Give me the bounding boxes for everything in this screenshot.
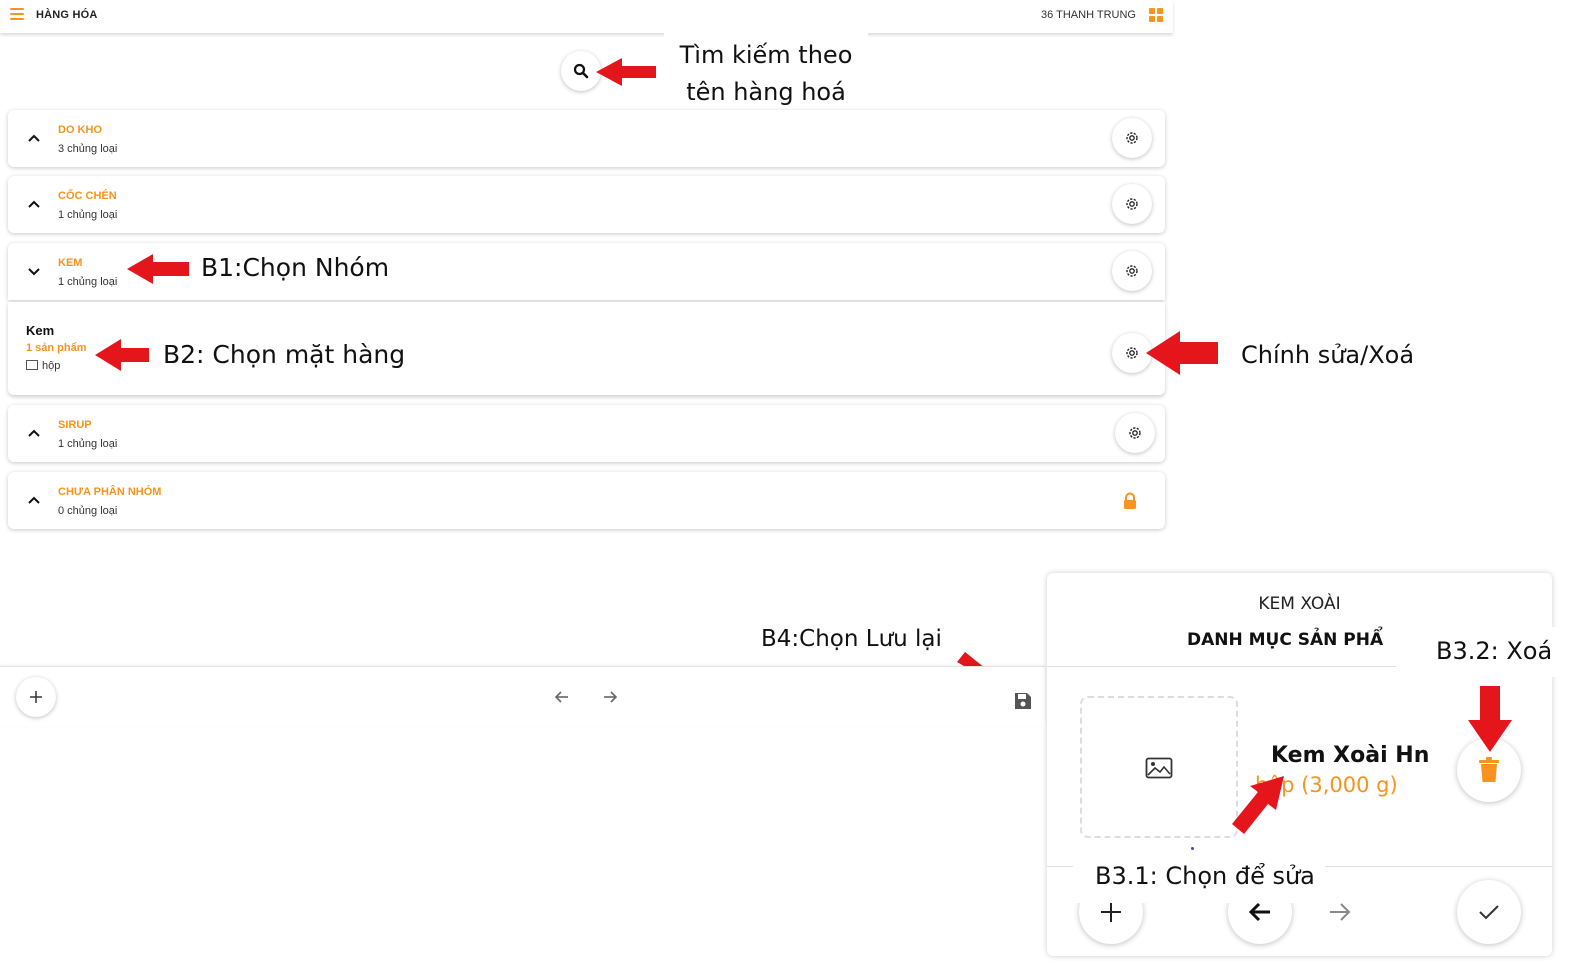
arrow-left-icon[interactable] [554,689,570,705]
user-name: 36 THANH TRUNG [1041,9,1136,21]
product-image-placeholder[interactable] [1080,696,1238,838]
annotation-arrow-delete [1468,686,1512,752]
page-title: HÀNG HÓA [36,9,98,21]
group-name: CỐC CHÉN [58,190,117,202]
item-name: Kem [26,323,55,338]
annotation-search-line2: tên hàng hoá [686,78,846,106]
group-count: 1 chủng loại [58,276,118,288]
hamburger-menu-icon[interactable] [10,8,24,20]
panel-title: KEM XOÀI [1258,594,1341,614]
product-name[interactable]: Kem Xoài Hn [1271,743,1429,768]
trash-icon [1479,757,1499,782]
plus-icon [1101,902,1121,922]
gear-icon [1126,132,1138,144]
search-button[interactable] [561,51,601,91]
annotation-arrow-edit-product [1232,776,1284,834]
save-icon[interactable] [1014,692,1032,710]
item-count: 1 sản phẩm [26,342,87,354]
group-row-sirup[interactable]: SIRUP 1 chủng loại [8,405,1165,462]
check-icon [1479,905,1499,920]
screen: HÀNG HÓA 36 THANH TRUNG Tìm kiếm theo tê… [0,0,1577,973]
annotation-arrow-edit [1146,331,1218,375]
arrow-left-icon [1248,902,1270,922]
group-count: 1 chủng loại [58,438,118,450]
lock-icon [1124,492,1136,509]
gear-icon [1126,347,1138,359]
group-settings-button[interactable] [1112,184,1152,224]
group-name: SIRUP [58,419,92,431]
annotation-step3-2: B3.2: Xoá [1396,627,1566,677]
annotation-step1: B1:Chọn Nhóm [201,253,390,282]
item-unit-label: hộp [42,360,61,372]
bottom-toolbar [0,666,1045,726]
group-row-coc-chen[interactable]: CỐC CHÉN 1 chủng loại [8,176,1165,233]
gear-icon [1126,265,1138,277]
annotation-search-line1: Tìm kiếm theo [679,41,853,69]
group-settings-button[interactable] [1112,251,1152,291]
chevron-up-icon[interactable] [26,425,42,441]
group-name: CHƯA PHÂN NHÓM [58,486,162,498]
annotation-step4: B4:Chọn Lưu lại [761,626,942,652]
annotation-edit-delete: Chính sửa/Xoá [1241,341,1415,369]
group-count: 1 chủng loại [58,209,118,221]
gear-icon [1126,198,1138,210]
item-unit: hộp [26,360,60,372]
add-button[interactable] [16,677,56,717]
image-icon [1145,757,1173,779]
chevron-down-icon[interactable] [26,263,42,279]
group-settings-button[interactable] [1115,413,1155,453]
group-row-chua-phan-nhom[interactable]: CHƯA PHÂN NHÓM 0 chủng loại [8,472,1165,529]
apps-grid-icon[interactable] [1149,8,1163,22]
chevron-up-icon[interactable] [26,196,42,212]
gear-icon [1129,427,1141,439]
annotation-arrow-search [596,58,656,86]
group-count: 0 chủng loại [58,505,118,517]
confirm-button[interactable] [1457,880,1521,944]
group-name: DO KHO [58,124,102,136]
search-icon [573,63,589,79]
annotation-search: Tìm kiếm theo tên hàng hoá [664,33,868,109]
group-name: KEM [58,257,83,269]
arrow-right-icon[interactable] [602,689,618,705]
blue-dot [1191,847,1194,850]
annotation-step2: B2: Chọn mặt hàng [163,340,406,369]
annotation-step3-1: B3.1: Chọn để sửa [1073,853,1325,903]
group-row-do-kho[interactable]: DO KHO 3 chủng loại [8,110,1165,167]
plus-icon [30,691,42,703]
chevron-up-icon[interactable] [26,492,42,508]
panel-category: DANH MỤC SẢN PHẨ [1187,630,1384,650]
unit-icon [26,360,38,370]
chevron-up-icon[interactable] [26,130,42,146]
arrow-right-icon[interactable] [1328,900,1352,924]
annotation-arrow-step2 [95,339,149,371]
top-bar: HÀNG HÓA 36 THANH TRUNG [0,0,1173,33]
annotation-arrow-step1 [127,254,189,284]
group-settings-button[interactable] [1112,118,1152,158]
group-count: 3 chủng loại [58,143,118,155]
